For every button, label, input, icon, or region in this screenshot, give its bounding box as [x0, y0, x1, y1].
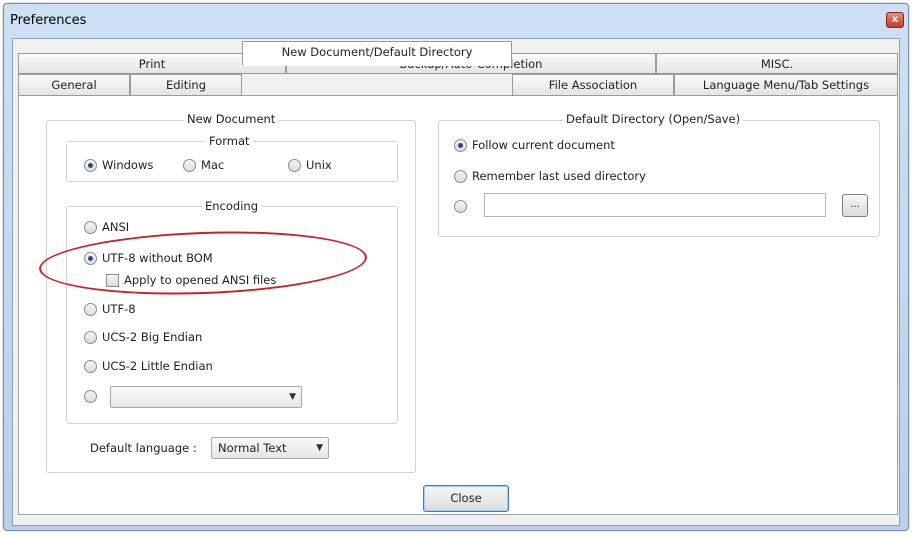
tab-file-association[interactable]: File Association	[512, 74, 674, 96]
radio-label: UTF-8 without BOM	[102, 251, 213, 265]
radio-label: Follow current document	[472, 138, 615, 152]
radio-label: Remember last used directory	[472, 169, 646, 183]
browse-directory-button[interactable]: ...	[842, 194, 868, 217]
radio-button-icon	[84, 390, 97, 403]
default-directory-group-title: Default Directory (Open/Save)	[563, 112, 744, 126]
radio-button-icon	[84, 251, 97, 265]
radio-label: Unix	[306, 158, 332, 172]
custom-directory-input[interactable]	[484, 193, 826, 217]
radio-label: Windows	[102, 158, 154, 172]
chevron-down-icon: ▼	[289, 392, 296, 402]
format-unix-radio[interactable]: Unix	[288, 158, 332, 172]
tab-label: General	[51, 78, 97, 92]
button-label: ...	[850, 199, 860, 210]
encoding-other-select[interactable]: ▼	[110, 386, 302, 408]
tab-label: MISC.	[760, 57, 794, 71]
tab-label: File Association	[548, 78, 638, 92]
encoding-ansi-radio[interactable]: ANSI	[84, 220, 129, 234]
radio-label: UTF-8	[102, 302, 136, 316]
format-group-title: Format	[206, 134, 253, 148]
tab-editing[interactable]: Editing	[130, 74, 242, 96]
default-language-select[interactable]: Normal Text ▼	[211, 437, 329, 459]
radio-button-icon	[84, 330, 97, 344]
radio-button-icon	[84, 158, 97, 172]
radio-button-icon	[84, 359, 97, 373]
tab-label: Print	[138, 57, 166, 71]
tab-new-document-default-directory[interactable]: New Document/Default Directory	[242, 41, 512, 66]
window-title: Preferences	[10, 13, 87, 28]
close-button[interactable]: Close	[423, 485, 509, 512]
radio-button-icon	[84, 302, 97, 316]
custom-directory-radio[interactable]	[454, 200, 467, 213]
default-language-label: Default language :	[90, 441, 197, 455]
checkbox-label: Apply to opened ANSI files	[124, 273, 277, 287]
follow-current-document-radio[interactable]: Follow current document	[454, 138, 615, 152]
radio-button-icon	[454, 138, 467, 152]
encoding-other-radio[interactable]	[84, 390, 97, 403]
encoding-utf8-radio[interactable]: UTF-8	[84, 302, 136, 316]
select-value: Normal Text	[218, 441, 287, 455]
radio-label: ANSI	[102, 220, 130, 234]
radio-button-icon	[454, 169, 467, 183]
chevron-down-icon: ▼	[316, 443, 323, 453]
radio-button-icon	[454, 200, 467, 213]
encoding-utf8-without-bom-radio[interactable]: UTF-8 without BOM	[84, 251, 213, 265]
tab-language-menu-tab-settings[interactable]: Language Menu/Tab Settings	[674, 74, 898, 96]
close-window-button[interactable]: x	[886, 12, 904, 28]
tab-general[interactable]: General	[18, 74, 130, 96]
format-windows-radio[interactable]: Windows	[84, 158, 153, 172]
new-document-group-title: New Document	[184, 112, 279, 126]
encoding-ucs2-little-endian-radio[interactable]: UCS-2 Little Endian	[84, 359, 213, 373]
tab-label: Editing	[165, 78, 207, 92]
tab-misc[interactable]: MISC.	[656, 53, 898, 74]
tab-label: Language Menu/Tab Settings	[702, 78, 870, 92]
radio-label: UCS-2 Little Endian	[102, 359, 213, 373]
tab-label: New Document/Default Directory	[281, 45, 473, 59]
encoding-ucs2-big-endian-radio[interactable]: UCS-2 Big Endian	[84, 330, 202, 344]
radio-button-icon	[288, 158, 301, 172]
radio-button-icon	[183, 158, 196, 172]
apply-to-ansi-checkbox[interactable]: Apply to opened ANSI files	[106, 273, 276, 287]
encoding-group-title: Encoding	[202, 199, 261, 213]
radio-button-icon	[84, 220, 97, 234]
remember-last-used-directory-radio[interactable]: Remember last used directory	[454, 169, 646, 183]
button-label: Close	[450, 491, 482, 505]
checkbox-icon	[106, 273, 119, 287]
radio-label: UCS-2 Big Endian	[102, 330, 203, 344]
radio-label: Mac	[201, 158, 225, 172]
title-bar: Preferences x	[4, 4, 908, 38]
format-mac-radio[interactable]: Mac	[183, 158, 224, 172]
